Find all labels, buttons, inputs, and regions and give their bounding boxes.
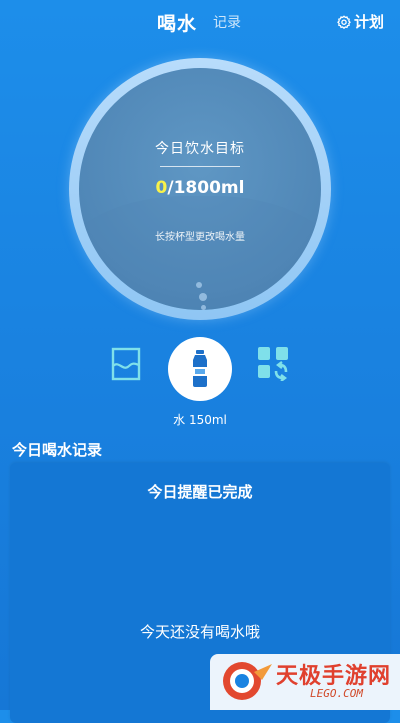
watermark-subtext: LEGO.COM <box>310 687 363 700</box>
goal-current: 0 <box>155 178 168 198</box>
swap-icon <box>258 347 288 382</box>
top-bar: 喝水 记录 计划 <box>0 0 400 44</box>
switch-cup-button[interactable] <box>256 345 290 382</box>
gear-icon <box>337 14 351 29</box>
cup-select-button[interactable] <box>168 337 232 401</box>
watermark: 天极手游网 LEGO.COM <box>210 654 400 710</box>
goal-title: 今日饮水目标 <box>155 141 245 157</box>
cup-label: 水 150ml <box>173 413 227 427</box>
watermark-text: 天极手游网 <box>276 664 392 689</box>
water-bottle-icon <box>193 350 207 387</box>
goal-hint: 长按杯型更改喝水量 <box>155 232 245 243</box>
water-goal-circle: 今日饮水目标 0/1800ml 长按杯型更改喝水量 <box>79 68 321 310</box>
empty-records-message: 今天还没有喝水哦 <box>139 623 260 641</box>
goal-target: /1800ml <box>167 178 245 198</box>
water-goal-ring[interactable]: 今日饮水目标 0/1800ml 长按杯型更改喝水量 <box>69 58 331 320</box>
reminder-status: 今日提醒已完成 <box>147 483 253 501</box>
records-title: 今日喝水记录 <box>12 441 103 459</box>
bubble <box>199 293 207 301</box>
plan-label: 计划 <box>353 13 384 31</box>
tab-records[interactable]: 记录 <box>213 12 241 32</box>
bubble <box>196 282 202 288</box>
bubble <box>201 305 206 310</box>
goal-value: 0/1800ml <box>79 178 321 198</box>
tab-drink-water[interactable]: 喝水 <box>157 9 197 36</box>
goal-divider <box>160 166 240 167</box>
water-level-button[interactable] <box>110 347 142 381</box>
plan-button[interactable]: 计划 <box>337 11 384 32</box>
watermark-logo-icon <box>223 662 272 700</box>
water-level-icon <box>111 347 141 381</box>
